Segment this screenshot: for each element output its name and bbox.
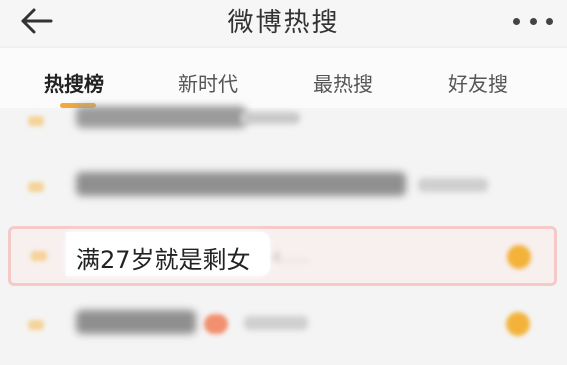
rank-icon [28, 116, 44, 126]
tab-hot-list[interactable]: 热搜榜 [44, 68, 104, 97]
blurred-count [418, 178, 488, 192]
blurred-item-text [76, 172, 406, 196]
list-item[interactable] [0, 156, 567, 216]
rank-icon [28, 182, 44, 192]
highlighted-item-label: 满27岁就是剩女 [76, 246, 251, 274]
list-item[interactable] [0, 94, 567, 154]
highlighted-item-count: 4…… [272, 250, 309, 266]
blurred-count [240, 112, 300, 124]
new-badge-icon [204, 314, 228, 334]
blurred-count [244, 316, 308, 330]
blurred-item-text [76, 310, 196, 334]
tab-new-era[interactable]: 新时代 [178, 68, 238, 97]
rank-icon [28, 320, 44, 330]
blurred-item-text [76, 106, 246, 128]
tab-hottest[interactable]: 最热搜 [313, 68, 373, 97]
list-item[interactable] [0, 294, 567, 354]
top-bar: 微博热搜 [0, 0, 567, 46]
page-title: 微博热搜 [227, 8, 340, 38]
rank-icon [31, 251, 47, 261]
tab-friends-search[interactable]: 好友搜 [448, 68, 508, 97]
more-dots-icon[interactable] [513, 18, 553, 26]
hot-badge-icon [507, 245, 531, 269]
hot-badge-icon [506, 312, 530, 336]
